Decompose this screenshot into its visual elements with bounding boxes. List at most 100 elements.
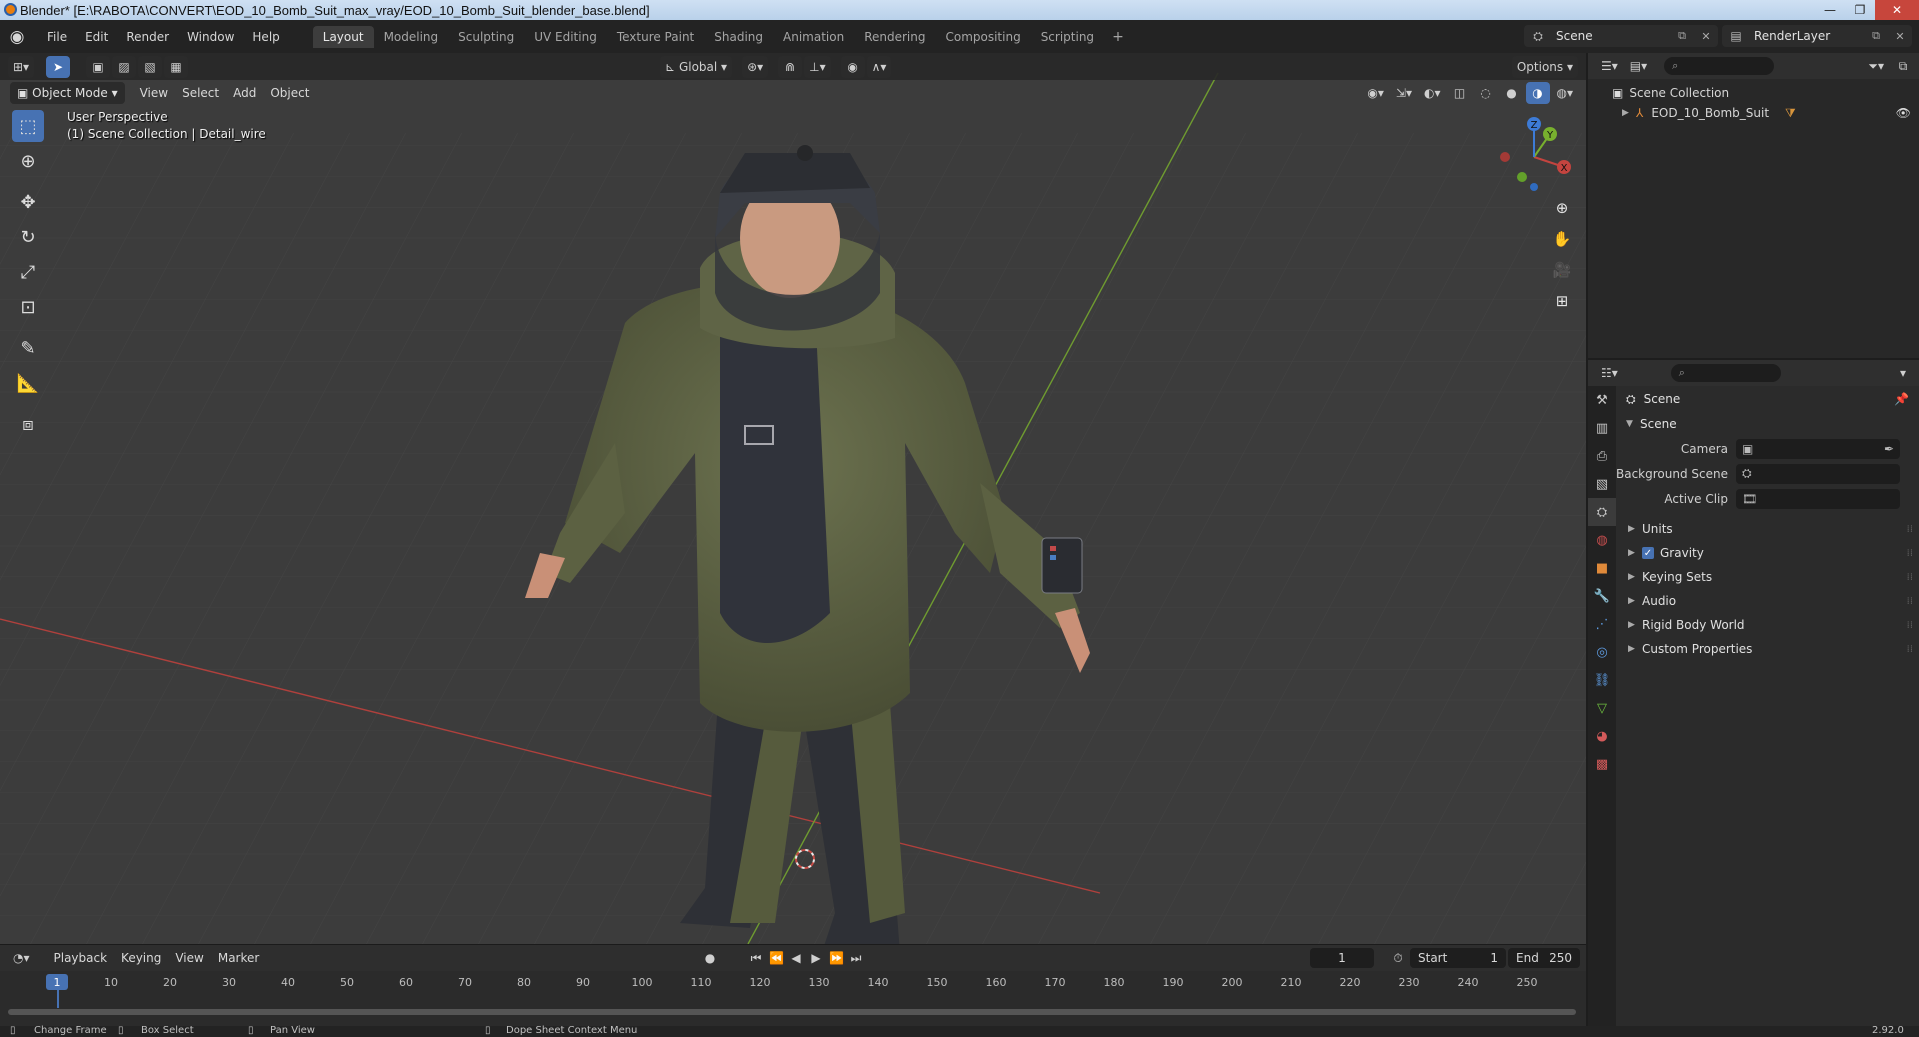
scene-name[interactable]: Scene [1552,29,1670,43]
view-layer-name[interactable]: RenderLayer [1750,29,1864,43]
eyedropper-icon[interactable]: ✒ [1884,442,1894,456]
grid-icon[interactable]: ⊞ [1548,287,1576,315]
active-clip-field[interactable]: 🎞 [1736,488,1900,509]
navigation-gizmo[interactable]: X Y Z [1494,113,1574,193]
gravity-panel[interactable]: ▶ ✓ Gravity ⁞⁞ [1616,541,1919,565]
timeline-scrollbar[interactable] [8,1009,1576,1015]
menu-window[interactable]: Window [178,27,243,47]
current-frame-field[interactable]: 1 [1310,948,1374,968]
pivot-point-icon[interactable]: ⊛▾ [742,55,769,78]
select-mode-invert-icon[interactable]: ▦ [164,55,189,78]
select-mode-new-icon[interactable]: ▣ [86,55,111,78]
drag-handle-icon[interactable]: ⁞⁞ [1907,620,1913,631]
options-dropdown[interactable]: Options ▾ [1511,55,1578,78]
camera-icon[interactable]: 🎥 [1548,256,1576,284]
blender-logo-icon[interactable]: ◉ [6,26,28,48]
menu-add[interactable]: Add [226,86,263,100]
chevron-down-icon[interactable]: ▾ [1891,362,1915,384]
output-tab-icon[interactable]: ⎙ [1588,442,1616,470]
drag-handle-icon[interactable]: ⁞⁞ [1907,572,1913,583]
texture-tab-icon[interactable]: ▩ [1588,750,1616,778]
snap-target-icon[interactable]: ⊥▾ [804,55,831,78]
properties-panel[interactable]: ☷▾ ⌕ ▾ ⚒ ▥ ⎙ ▧ ⛭ ◍ ■ 🔧 ⋰ ◎ ⛓ ▽ ◕ ▩ ⛭ Sce… [1588,360,1919,1026]
menu-timeline-view[interactable]: View [168,951,210,965]
select-mode-subtract-icon[interactable]: ▧ [138,55,163,78]
falloff-icon[interactable]: ∧▾ [866,55,892,78]
add-workspace-button[interactable]: + [1104,26,1132,48]
wireframe-shading-icon[interactable]: ◌ [1474,82,1498,104]
menu-view[interactable]: View [133,86,175,100]
filter-icon[interactable]: ⏷▾ [1863,55,1889,77]
select-tool-icon[interactable]: ➤ [46,55,71,78]
overlay-toggle-icon[interactable]: ◐▾ [1419,82,1446,104]
units-panel[interactable]: ▶ Units ⁞⁞ [1616,517,1919,541]
timeline-editor[interactable]: ◔▾ Playback Keying View Marker ● ⏮ ⏪ ◀ ▶… [0,944,1586,1026]
tab-modeling[interactable]: Modeling [374,26,449,48]
data-tab-icon[interactable]: ▽ [1588,694,1616,722]
outliner-editor-icon[interactable]: ☰▾ [1596,55,1623,77]
tab-compositing[interactable]: Compositing [935,26,1030,48]
material-shading-icon[interactable]: ◑ [1525,82,1550,104]
select-box-icon[interactable]: ⬚ [12,110,44,142]
object-tab-icon[interactable]: ■ [1588,554,1616,582]
keying-sets-panel[interactable]: ▶ Keying Sets ⁞⁞ [1616,565,1919,589]
tab-scripting[interactable]: Scripting [1031,26,1104,48]
menu-edit[interactable]: Edit [76,27,117,47]
eye-icon[interactable]: 👁 [1896,106,1911,120]
tab-uv-editing[interactable]: UV Editing [524,26,607,48]
zoom-icon[interactable]: ⊕ [1548,194,1576,222]
properties-search-input[interactable]: ⌕ [1670,364,1781,382]
menu-render[interactable]: Render [117,27,178,47]
playhead-frame[interactable]: 1 [46,974,68,990]
scale-icon[interactable]: ⤢ [12,256,44,288]
constraints-tab-icon[interactable]: ⛓ [1588,666,1616,694]
new-layer-icon[interactable]: ⧉ [1864,29,1888,43]
audio-panel[interactable]: ▶ Audio ⁞⁞ [1616,589,1919,613]
tab-layout[interactable]: Layout [312,25,374,48]
pin-icon[interactable]: 📌 [1894,392,1909,406]
tab-rendering[interactable]: Rendering [854,26,935,48]
proportional-edit-icon[interactable]: ◉ [840,55,865,78]
outliner-root-row[interactable]: ▣ Scene Collection [1588,83,1919,103]
transform-orientation-dropdown[interactable]: ⊾ Global ▾ [660,55,733,78]
transform-icon[interactable]: ⊡ [12,291,44,323]
menu-playback[interactable]: Playback [47,951,115,965]
xray-icon[interactable]: ◫ [1448,82,1472,104]
cursor-icon[interactable]: ⊕ [12,145,44,177]
outliner-item-row[interactable]: ▶ ⅄ EOD_10_Bomb_Suit ⧩ 👁 [1588,103,1919,123]
tab-sculpting[interactable]: Sculpting [448,26,524,48]
outliner-search-input[interactable]: ⌕ [1664,57,1775,75]
scene-tab-icon[interactable]: ⛭ [1588,498,1616,526]
tab-animation[interactable]: Animation [773,26,854,48]
menu-help[interactable]: Help [243,27,288,47]
modifier-tab-icon[interactable]: 🔧 [1588,582,1616,610]
rendered-shading-icon[interactable]: ◍▾ [1552,82,1579,104]
physics-tab-icon[interactable]: ◎ [1588,638,1616,666]
render-tab-icon[interactable]: ▥ [1588,414,1616,442]
move-icon[interactable]: ✥ [12,186,44,218]
tool-tab-icon[interactable]: ⚒ [1588,386,1616,414]
solid-shading-icon[interactable]: ● [1500,82,1524,104]
tab-shading[interactable]: Shading [704,26,773,48]
scene-selector[interactable]: ⛭ Scene ⧉ ✕ [1524,25,1718,47]
properties-editor-icon[interactable]: ☷▾ [1596,362,1623,384]
camera-field[interactable]: ▣ ✒ [1736,438,1900,459]
visibility-icon[interactable]: ◉▾ [1362,82,1389,104]
outliner-panel[interactable]: ☰▾ ▤▾ ⌕ ⏷▾ ⧉ ▣ Scene Collection ▶ ⅄ EOD_… [1588,53,1919,358]
timeline-editor-icon[interactable]: ◔▾ [8,947,35,969]
preview-range-icon[interactable]: ⏱ [1386,947,1410,969]
minimize-button[interactable]: — [1815,0,1845,20]
new-collection-icon[interactable]: ⧉ [1891,55,1915,77]
drag-handle-icon[interactable]: ⁞⁞ [1907,548,1913,559]
menu-object[interactable]: Object [263,86,316,100]
delete-layer-icon[interactable]: ✕ [1888,30,1912,43]
object-mode-dropdown[interactable]: ▣ Object Mode ▾ [10,82,125,104]
rigid-body-world-panel[interactable]: ▶ Rigid Body World ⁞⁞ [1616,613,1919,637]
select-mode-extend-icon[interactable]: ▨ [112,55,137,78]
custom-properties-panel[interactable]: ▶ Custom Properties ⁞⁞ [1616,637,1919,661]
rotate-icon[interactable]: ↻ [12,221,44,253]
new-scene-icon[interactable]: ⧉ [1670,29,1694,43]
view-layer-tab-icon[interactable]: ▧ [1588,470,1616,498]
material-tab-icon[interactable]: ◕ [1588,722,1616,750]
menu-file[interactable]: File [38,27,76,47]
